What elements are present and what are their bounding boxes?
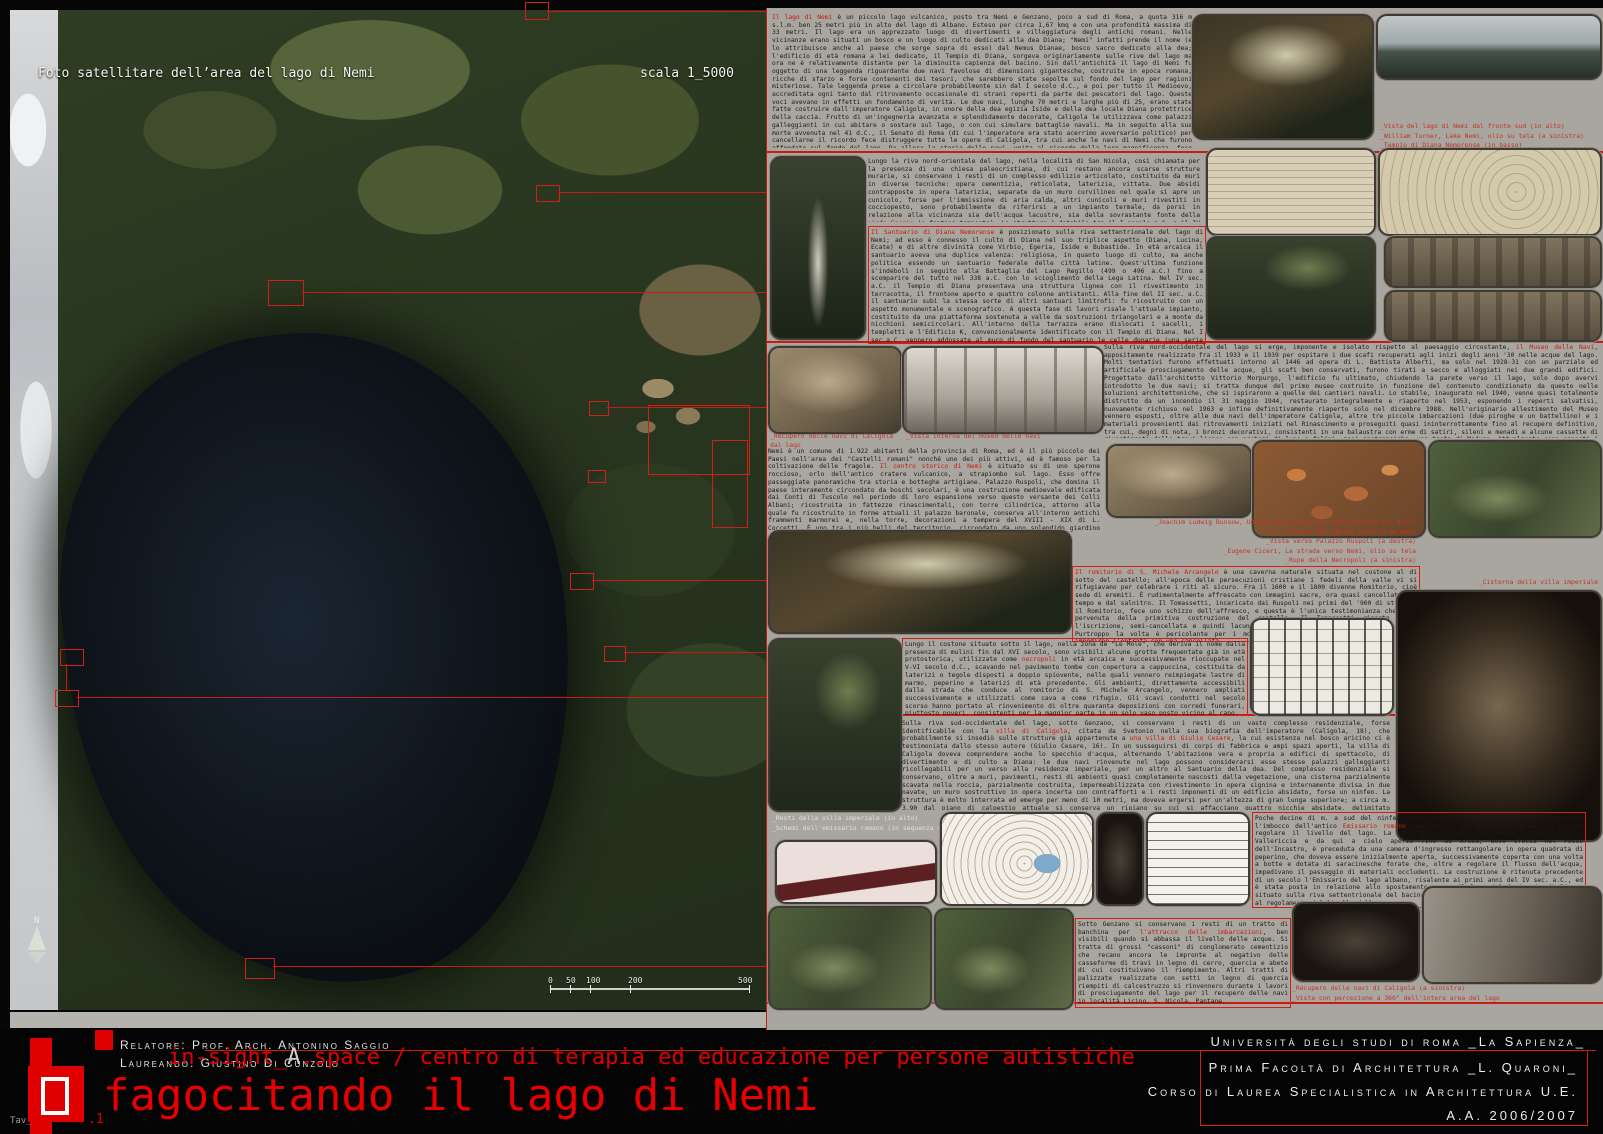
callout-box xyxy=(604,646,626,662)
lake-contour-map xyxy=(940,812,1094,906)
turner-painting-image xyxy=(1192,14,1374,140)
article-santuario-diana: Il Santuario di Diana Nemorense è posizi… xyxy=(868,226,1206,344)
project-title: fagocitando il lago di Nemi xyxy=(103,1072,818,1120)
callout-box xyxy=(589,401,609,416)
panel-edge-line xyxy=(766,8,767,1032)
emissario-profile-drawing xyxy=(1146,812,1250,906)
captions-mid: _Joachim Ludwig Bunsow, Udsigt over Nemi… xyxy=(1078,518,1416,566)
year-line: A.A. 2006/2007 xyxy=(1120,1108,1578,1123)
lake-south-photo xyxy=(1376,14,1602,80)
villa-remains-photo xyxy=(768,638,902,812)
emissario-mouth-photo xyxy=(1096,812,1144,906)
footer-grey-strip xyxy=(10,1012,766,1028)
emissario-section-drawing-pink xyxy=(775,840,937,904)
satellite-photo: Foto satellitare dell’area del lago di N… xyxy=(10,10,766,1010)
callout-box xyxy=(268,280,304,306)
ancient-map-image xyxy=(1378,148,1602,236)
map-title: Foto satellitare dell’area del lago di N… xyxy=(38,66,375,81)
tav-label: Tav_ xyxy=(10,1116,32,1126)
caption-museum-interior: _Vista interna del museo delle navi xyxy=(906,432,1102,441)
map-scale-label: scala 1_5000 xyxy=(640,66,734,81)
leader-line xyxy=(66,664,67,690)
tav-number-square xyxy=(28,1066,84,1122)
imperial-cistern-photo xyxy=(1396,590,1602,842)
ciceri-painting-image xyxy=(768,530,1072,634)
callout-box xyxy=(536,185,560,202)
article-villa-caligola: Sulla riva sud-occidentale del lago, sot… xyxy=(902,720,1390,810)
subtitle-pre: in-sight_ xyxy=(168,1045,287,1070)
article-le-mole: Lungo il costone situato sotto il lago, … xyxy=(902,638,1248,716)
sacred-grove-painting xyxy=(1206,236,1376,340)
palazzo-ruspoli-view-photo xyxy=(1428,440,1602,538)
museum-interior-photo xyxy=(902,346,1104,434)
ships-recovery-photo xyxy=(768,346,902,434)
callout-box xyxy=(245,958,275,979)
university-line: Università degli studi di roma _La Sapie… xyxy=(1120,1034,1586,1049)
callout-box xyxy=(60,649,84,666)
project-subtitle: in-sight_A.space / centro di terapia ed … xyxy=(168,1046,1135,1070)
callout-box xyxy=(570,573,594,590)
article-museo-navi: Sulla riva nord-occidentale del lago si … xyxy=(1104,344,1598,438)
bunsow-painting-image xyxy=(1106,444,1252,518)
callout-box xyxy=(55,690,79,707)
lake-nemi xyxy=(30,304,608,1010)
callout-box xyxy=(712,440,748,528)
callout-box xyxy=(588,470,606,483)
hermitage-plan-drawing xyxy=(1250,618,1394,716)
cloud-strip xyxy=(10,10,58,1010)
course-line: Corso di Laurea Specialistica in Archite… xyxy=(1120,1084,1578,1099)
footer-red-square-small xyxy=(95,1030,113,1050)
article-banchina: Sotto Genzano si conservano i resti di u… xyxy=(1075,918,1291,1008)
tav-suffix: .1 xyxy=(88,1112,104,1127)
lake-aerial-photo xyxy=(768,906,932,1010)
thesis-board: Foto satellitare dell’area del lago di N… xyxy=(0,0,1603,1134)
captions-top: _Vista del lago di Nemi dal fronte sud (… xyxy=(1380,122,1598,151)
map-scalebar: 0 50 100 200 500 xyxy=(548,976,758,998)
article-nemi-comune: Nemi è un comune di 1.922 abitanti della… xyxy=(768,448,1100,534)
leader-line xyxy=(547,11,772,12)
lake-shore-photo xyxy=(1422,886,1602,984)
leader-line xyxy=(273,966,768,967)
captions-bottom: _Recupero delle navi di Caligola (a sini… xyxy=(1292,984,1598,1003)
callout-box xyxy=(525,2,549,20)
article-san-nicola: Lungo la riva nord-orientale del lago, n… xyxy=(868,158,1200,222)
subtitle-post: .space / centro di terapia ed educazione… xyxy=(300,1045,1134,1070)
faculty-line: Prima Facoltà di Architettura _L. Quaron… xyxy=(1120,1060,1578,1075)
subtitle-a: A xyxy=(287,1045,300,1070)
relief-photo-bottom xyxy=(1384,290,1602,342)
pier-remains-photo xyxy=(1292,902,1420,982)
caption-cistern: _Cisterna della villa imperiale xyxy=(1396,578,1598,587)
caption-ships-recovery: _Recupero delle navi di Caligola dal lag… xyxy=(770,432,902,449)
ships-manuscript-image xyxy=(1206,148,1376,236)
diana-statue-photo xyxy=(770,156,866,340)
relief-photo-top xyxy=(1384,236,1602,288)
shore-aerial-photo xyxy=(934,908,1074,1010)
article-lago-di-nemi: Il lago di Nemi è un piccolo lago vulcan… xyxy=(772,14,1192,148)
tav-digit-zero-glyph xyxy=(41,1077,69,1115)
north-arrow-icon: N xyxy=(28,916,46,964)
